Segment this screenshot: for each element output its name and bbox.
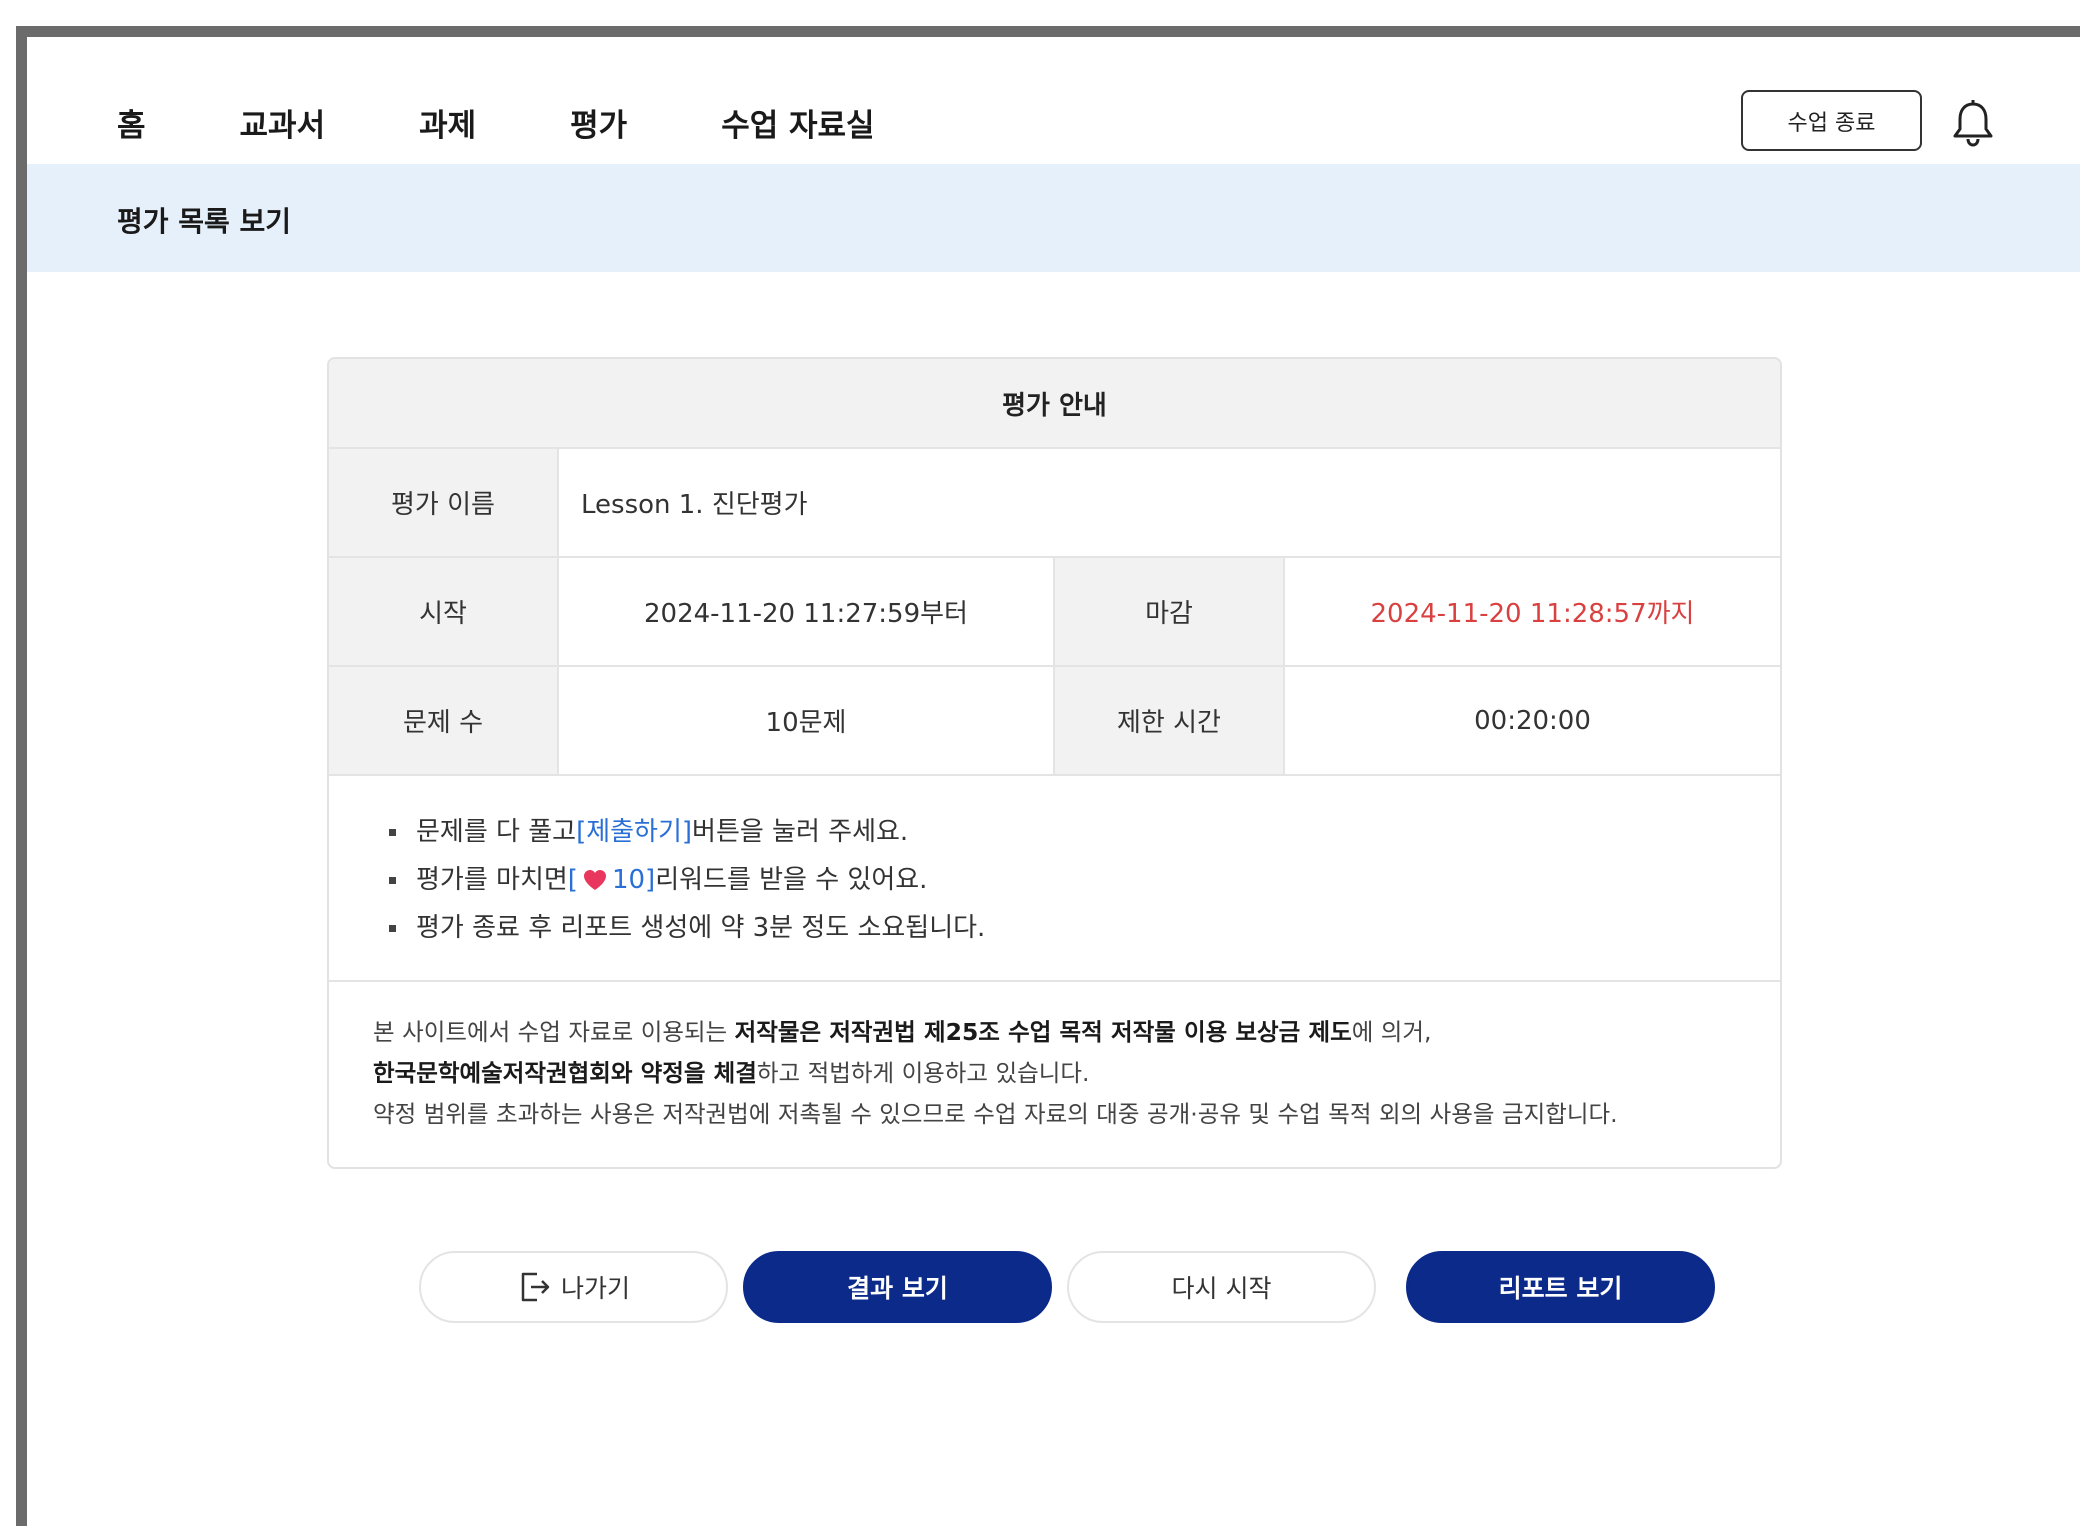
- note-submit: 문제를 다 풀고 [제출하기] 버튼을 눌러 주세요.: [389, 808, 1780, 856]
- copyright-bold: 저작물은 저작권법 제25조 수업 목적 저작물 이용 보상금 제도: [734, 1018, 1352, 1046]
- question-count-label: 문제 수: [329, 667, 559, 774]
- end-class-button[interactable]: 수업 종료: [1741, 90, 1922, 151]
- exit-button-label: 나가기: [560, 1274, 630, 1303]
- note-report-time: 평가 종료 후 리포트 생성에 약 3분 정도 소요됩니다.: [389, 904, 1780, 952]
- submit-link-text: [제출하기]: [576, 817, 693, 847]
- nav-item-textbook[interactable]: 교과서: [240, 100, 326, 145]
- heart-icon: [583, 870, 606, 890]
- copyright-line-2: 한국문학예술저작권협회와 약정을 체결하고 적법하게 이용하고 있습니다.: [373, 1053, 1780, 1094]
- exit-icon: [521, 1272, 550, 1302]
- bullet-icon: [389, 828, 396, 836]
- info-row-schedule: 시작 2024-11-20 11:27:59부터 마감 2024-11-20 1…: [329, 558, 1780, 667]
- info-row-questions: 문제 수 10문제 제한 시간 00:20:00: [329, 667, 1780, 776]
- restart-button[interactable]: 다시 시작: [1067, 1251, 1376, 1323]
- view-report-button[interactable]: 리포트 보기: [1406, 1251, 1715, 1323]
- nav-item-assessment[interactable]: 평가: [570, 100, 627, 145]
- nav-menu: 홈 교과서 과제 평가 수업 자료실: [117, 100, 969, 145]
- note-text: 버튼을 눌러 주세요.: [692, 817, 909, 847]
- note-text: 평가 종료 후 리포트 생성에 약 3분 정도 소요됩니다.: [416, 913, 986, 943]
- start-value: 2024-11-20 11:27:59부터: [559, 558, 1055, 665]
- copyright-notice: 본 사이트에서 수업 자료로 이용되는 저작물은 저작권법 제25조 수업 목적…: [329, 982, 1780, 1135]
- copyright-text: 에 의거,: [1351, 1018, 1432, 1046]
- copyright-text: 하고 적법하게 이용하고 있습니다.: [756, 1059, 1090, 1087]
- note-text: 평가를 마치면: [416, 865, 568, 895]
- copyright-bold: 한국문학예술저작권협회와 약정을 체결: [373, 1059, 757, 1087]
- instruction-notes: 문제를 다 풀고 [제출하기] 버튼을 눌러 주세요. 평가를 마치면 [ 10…: [329, 776, 1780, 982]
- note-text: 리워드를 받을 수 있어요.: [655, 865, 928, 895]
- time-limit-label: 제한 시간: [1055, 667, 1285, 774]
- assessment-name-label: 평가 이름: [329, 449, 559, 556]
- info-row-name: 평가 이름 Lesson 1. 진단평가: [329, 449, 1780, 558]
- bell-icon[interactable]: [1949, 98, 1997, 148]
- copyright-text: 본 사이트에서 수업 자료로 이용되는: [373, 1018, 735, 1046]
- page-header-band: 평가 목록 보기: [27, 164, 2080, 272]
- question-count-value: 10문제: [559, 667, 1055, 774]
- assessment-name-value: Lesson 1. 진단평가: [581, 490, 808, 520]
- reward-value: 10]: [611, 865, 656, 895]
- note-reward: 평가를 마치면 [ 10] 리워드를 받을 수 있어요.: [389, 856, 1780, 904]
- nav-item-class-materials[interactable]: 수업 자료실: [721, 100, 874, 145]
- time-limit-value: 00:20:00: [1474, 705, 1591, 736]
- app-window: 홈 교과서 과제 평가 수업 자료실 수업 종료 평가 목록 보기 평가 안내 …: [16, 26, 2080, 1526]
- copyright-line-1: 본 사이트에서 수업 자료로 이용되는 저작물은 저작권법 제25조 수업 목적…: [373, 1012, 1780, 1053]
- assessment-info-card: 평가 안내 평가 이름 Lesson 1. 진단평가 시작 2024-11-20…: [327, 357, 1782, 1169]
- exit-button[interactable]: 나가기: [419, 1251, 728, 1323]
- deadline-label: 마감: [1055, 558, 1285, 665]
- card-title: 평가 안내: [329, 359, 1780, 449]
- reward-bracket: [: [567, 865, 578, 895]
- start-label: 시작: [329, 558, 559, 665]
- copyright-line-3: 약정 범위를 초과하는 사용은 저작권법에 저촉될 수 있으므로 수업 자료의 …: [373, 1100, 1618, 1128]
- page-title[interactable]: 평가 목록 보기: [117, 200, 291, 240]
- nav-item-home[interactable]: 홈: [117, 100, 146, 145]
- note-text: 문제를 다 풀고: [416, 817, 577, 847]
- bullet-icon: [389, 924, 396, 932]
- nav-item-assignment[interactable]: 과제: [419, 100, 476, 145]
- view-results-button[interactable]: 결과 보기: [743, 1251, 1052, 1323]
- deadline-value: 2024-11-20 11:28:57까지: [1370, 599, 1695, 629]
- bullet-icon: [389, 876, 396, 884]
